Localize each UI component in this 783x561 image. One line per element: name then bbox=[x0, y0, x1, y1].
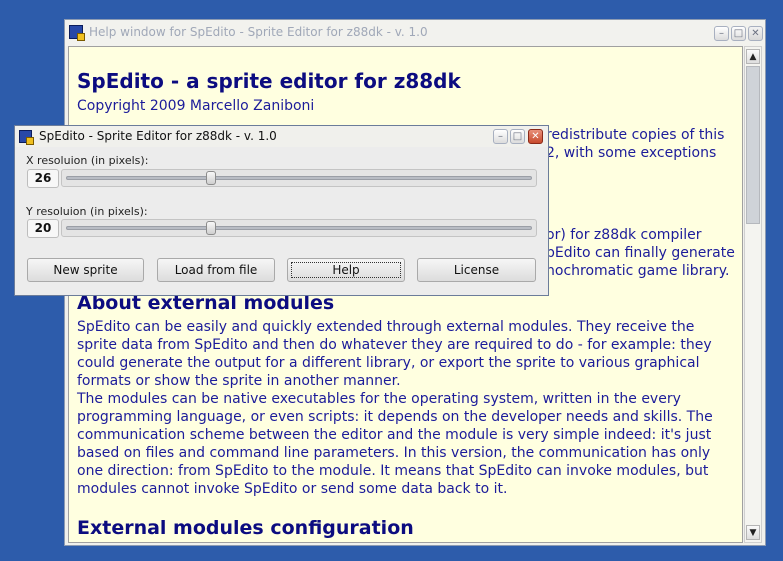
doc-license-fragment-1: redistribute copies of this bbox=[546, 127, 725, 143]
minimize-icon[interactable]: – bbox=[493, 129, 508, 144]
app-icon bbox=[69, 25, 85, 41]
maximize-icon[interactable]: □ bbox=[731, 26, 746, 41]
doc-heading: SpEdito - a sprite editor for z88dk bbox=[77, 69, 461, 93]
editor-window: SpEdito - Sprite Editor for z88dk - v. 1… bbox=[14, 125, 549, 296]
x-resolution-label: X resoluion (in pixels): bbox=[26, 154, 149, 167]
minimize-icon[interactable]: – bbox=[714, 26, 729, 41]
scroll-up-icon[interactable]: ▲ bbox=[746, 49, 760, 64]
doc-license-fragment-2: 2, with some exceptions bbox=[546, 145, 717, 161]
help-window-title: Help window for SpEdito - Sprite Editor … bbox=[89, 25, 428, 39]
scroll-down-icon[interactable]: ▼ bbox=[746, 525, 760, 540]
help-button[interactable]: Help bbox=[287, 258, 405, 282]
doc-intro-fragment-1: or) for z88dk compiler bbox=[546, 227, 702, 243]
x-resolution-slider[interactable] bbox=[61, 169, 537, 187]
y-resolution-slider[interactable] bbox=[61, 219, 537, 237]
maximize-icon[interactable]: □ bbox=[510, 129, 525, 144]
x-slider-track bbox=[66, 176, 532, 180]
editor-window-title: SpEdito - Sprite Editor for z88dk - v. 1… bbox=[39, 129, 277, 143]
doc-intro-fragment-3: nochromatic game library. bbox=[546, 263, 730, 279]
x-slider-knob[interactable] bbox=[206, 171, 216, 185]
vertical-scrollbar[interactable]: ▲ ▼ bbox=[744, 46, 762, 543]
help-window-titlebar[interactable]: Help window for SpEdito - Sprite Editor … bbox=[65, 20, 765, 46]
x-resolution-value: 26 bbox=[27, 169, 59, 188]
y-resolution-label: Y resoluion (in pixels): bbox=[26, 205, 148, 218]
app-icon bbox=[19, 130, 34, 145]
section-heading-config: External modules configuration bbox=[77, 517, 414, 539]
new-sprite-button[interactable]: New sprite bbox=[27, 258, 144, 282]
y-resolution-value: 20 bbox=[27, 219, 59, 238]
license-button[interactable]: License bbox=[417, 258, 536, 282]
about-paragraph-1: SpEdito can be easily and quickly extend… bbox=[77, 319, 712, 389]
scroll-thumb[interactable] bbox=[746, 66, 760, 224]
close-icon[interactable]: ✕ bbox=[748, 26, 763, 41]
y-slider-knob[interactable] bbox=[206, 221, 216, 235]
doc-intro-fragment-2: pEdito can finally generate bbox=[546, 245, 735, 261]
close-icon[interactable]: ✕ bbox=[528, 129, 543, 144]
about-paragraph-2: The modules can be native executables fo… bbox=[77, 391, 713, 497]
load-from-file-button[interactable]: Load from file bbox=[157, 258, 275, 282]
y-slider-track bbox=[66, 226, 532, 230]
editor-window-titlebar[interactable]: SpEdito - Sprite Editor for z88dk - v. 1… bbox=[15, 126, 548, 147]
doc-copyright: Copyright 2009 Marcello Zaniboni bbox=[77, 98, 315, 114]
